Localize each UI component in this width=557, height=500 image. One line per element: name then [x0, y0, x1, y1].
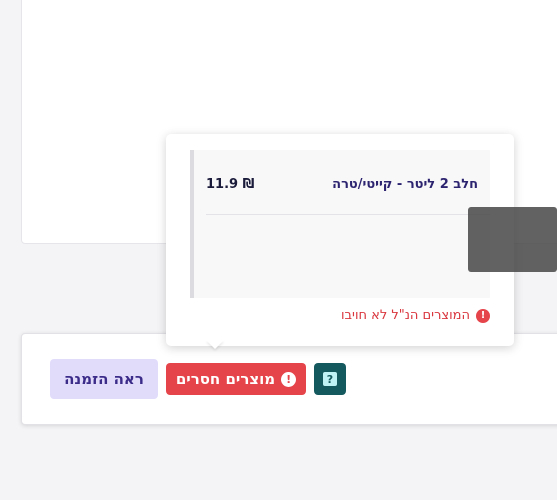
not-charged-note: ! המוצרים הנ"ל לא חויבו [341, 308, 490, 323]
list-item: חלב 2 ליטר - קייטי/טרה 11.9 ₪ [206, 174, 478, 194]
popover-arrow [206, 340, 224, 349]
exclamation-circle-icon: ! [281, 371, 297, 387]
help-button[interactable]: ? [314, 363, 346, 395]
product-price: 11.9 ₪ [206, 176, 255, 192]
divider [206, 214, 490, 215]
svg-text:?: ? [327, 373, 333, 386]
not-charged-note-text: המוצרים הנ"ל לא חויבו [341, 308, 470, 323]
missing-products-list: חלב 2 ליטר - קייטי/טרה 11.9 ₪ [190, 150, 490, 298]
view-order-label: ראה הזמנה [64, 370, 144, 388]
exclamation-circle-icon: ! [476, 308, 490, 323]
product-name: חלב 2 ליטר - קייטי/טרה [332, 176, 478, 192]
view-order-button[interactable]: ראה הזמנה [50, 359, 158, 399]
missing-products-label: מוצרים חסרים [175, 370, 276, 388]
missing-products-button[interactable]: ! מוצרים חסרים [166, 363, 306, 395]
missing-products-popover: חלב 2 ליטר - קייטי/טרה 11.9 ₪ ! המוצרים … [166, 134, 514, 346]
overlay-panel [468, 207, 557, 272]
question-square-icon: ? [323, 372, 337, 386]
